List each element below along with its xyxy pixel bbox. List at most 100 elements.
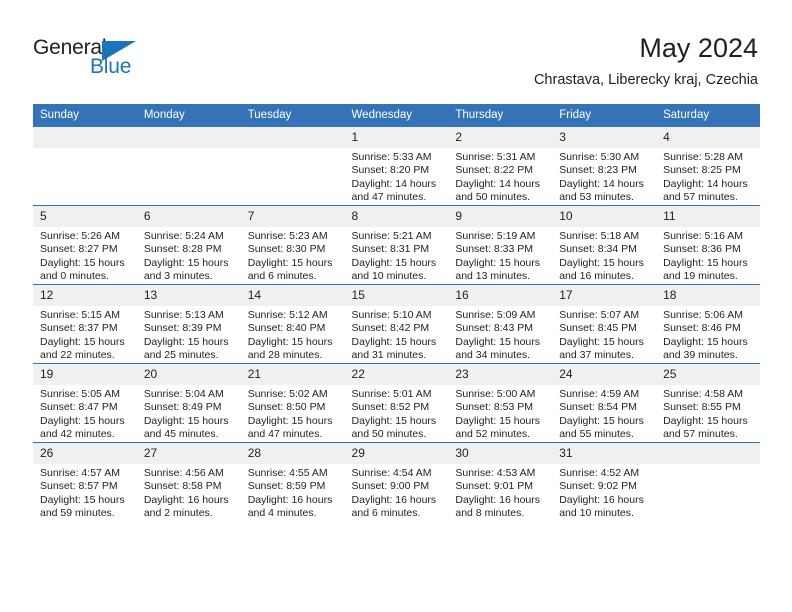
sunset-time: Sunset: 8:49 PM [143,401,222,414]
calendar-day-cell[interactable]: 25 Sunrise: 4:58 AM Sunset: 8:55 PM Dayligh… [656,363,760,443]
calendar-day-cell[interactable]: 28 Sunrise: 4:55 AM Sunset: 8:59 PM Dayligh… [240,442,345,521]
calendar-day-cell-empty [33,126,137,206]
day-number: 28 [240,443,345,464]
daylight-duration-line2: and 57 minutes. [663,191,738,204]
day-number: 14 [240,285,345,306]
daylight-duration-line1: Daylight: 15 hours [559,414,644,427]
daylight-duration-line1: Daylight: 15 hours [455,335,541,348]
calendar-day-cell[interactable]: 5 Sunrise: 5:26 AM Sunset: 8:27 PM Daylight… [33,205,137,285]
daylight-duration-line2: and 57 minutes. [663,428,738,441]
daylight-duration-line2: and 0 minutes. [40,270,109,283]
sunrise-time: Sunrise: 5:05 AM [40,388,120,400]
day-number: 8 [344,206,449,227]
daylight-duration-line1: Daylight: 16 hours [143,493,229,506]
day-details: Sunrise: 4:52 AM Sunset: 9:02 PM Daylight:… [552,464,656,521]
day-details: Sunrise: 5:13 AM Sunset: 8:39 PM Daylight:… [137,306,241,363]
sunset-time: Sunset: 9:01 PM [455,480,534,493]
calendar-day-cell[interactable]: 9 Sunrise: 5:19 AM Sunset: 8:33 PM Daylight… [448,205,553,285]
calendar-day-cell[interactable]: 8 Sunrise: 5:21 AM Sunset: 8:31 PM Daylight… [344,205,449,285]
calendar-day-cell[interactable]: 23 Sunrise: 5:00 AM Sunset: 8:53 PM Dayligh… [448,363,553,443]
sunrise-time: Sunrise: 5:19 AM [455,230,536,242]
calendar-day-cell[interactable]: 24 Sunrise: 4:59 AM Sunset: 8:54 PM Dayligh… [552,363,657,443]
sunset-time: Sunset: 8:43 PM [455,322,534,335]
daylight-duration-line1: Daylight: 14 hours [351,177,437,190]
day-number: 30 [448,443,553,464]
day-details: Sunrise: 5:33 AM Sunset: 8:20 PM Daylight:… [345,148,449,205]
day-details: Sunrise: 5:09 AM Sunset: 8:43 PM Daylight:… [448,306,552,363]
day-details: Sunrise: 5:04 AM Sunset: 8:49 PM Daylight:… [137,385,241,442]
calendar-day-cell[interactable]: 1 Sunrise: 5:33 AM Sunset: 8:20 PM Daylight… [344,126,449,206]
daylight-duration-line2: and 37 minutes. [559,349,634,362]
calendar-day-cell[interactable]: 20 Sunrise: 5:04 AM Sunset: 8:49 PM Dayligh… [136,363,241,443]
day-number: 13 [136,285,241,306]
calendar-day-cell[interactable]: 10 Sunrise: 5:18 AM Sunset: 8:34 PM Dayligh… [552,205,657,285]
daylight-duration-line1: Daylight: 15 hours [247,335,333,348]
sunset-time: Sunset: 8:28 PM [143,243,222,256]
calendar-day-cell[interactable]: 14 Sunrise: 5:12 AM Sunset: 8:40 PM Dayligh… [240,284,345,364]
sunrise-time: Sunrise: 5:31 AM [455,151,536,163]
weekday-header-wednesday: Wednesday [344,104,449,127]
logo-text-blue: Blue [90,55,132,78]
calendar-day-cell[interactable]: 26 Sunrise: 4:57 AM Sunset: 8:57 PM Dayligh… [33,442,137,521]
day-number: 10 [552,206,657,227]
calendar-body: 1 Sunrise: 5:33 AM Sunset: 8:20 PM Daylight… [33,126,760,521]
day-details: Sunrise: 5:16 AM Sunset: 8:36 PM Daylight:… [656,227,760,284]
calendar-day-cell[interactable]: 13 Sunrise: 5:13 AM Sunset: 8:39 PM Dayligh… [136,284,241,364]
calendar-day-cell[interactable]: 4 Sunrise: 5:28 AM Sunset: 8:25 PM Daylight… [656,126,760,206]
daylight-duration-line2: and 39 minutes. [663,349,738,362]
daylight-duration-line1: Daylight: 15 hours [351,414,437,427]
day-details: Sunrise: 5:07 AM Sunset: 8:45 PM Daylight:… [552,306,656,363]
calendar-day-cell[interactable]: 18 Sunrise: 5:06 AM Sunset: 8:46 PM Dayligh… [656,284,760,364]
day-details: Sunrise: 4:56 AM Sunset: 8:58 PM Daylight:… [137,464,241,521]
sunrise-time: Sunrise: 4:53 AM [455,467,536,479]
weekday-header-thursday: Thursday [448,104,553,127]
weekday-header-tuesday: Tuesday [240,104,345,127]
sunset-time: Sunset: 8:57 PM [40,480,118,493]
day-number: 19 [33,364,137,385]
sunset-time: Sunset: 9:00 PM [351,480,430,493]
calendar-day-cell[interactable]: 16 Sunrise: 5:09 AM Sunset: 8:43 PM Dayligh… [448,284,553,364]
sunset-time: Sunset: 8:58 PM [143,480,222,493]
day-number [136,127,241,148]
day-details: Sunrise: 4:55 AM Sunset: 8:59 PM Daylight:… [241,464,345,521]
day-number: 22 [344,364,449,385]
calendar-day-cell[interactable]: 27 Sunrise: 4:56 AM Sunset: 8:58 PM Dayligh… [136,442,241,521]
calendar-day-cell[interactable]: 22 Sunrise: 5:01 AM Sunset: 8:52 PM Dayligh… [344,363,449,443]
daylight-duration-line1: Daylight: 15 hours [143,335,229,348]
sunrise-time: Sunrise: 4:59 AM [559,388,640,400]
calendar-day-cell[interactable]: 21 Sunrise: 5:02 AM Sunset: 8:50 PM Dayligh… [240,363,345,443]
day-number: 15 [344,285,449,306]
weekday-header-row: Sunday Monday Tuesday Wednesday Thursday Frid… [33,104,760,127]
calendar-day-cell[interactable]: 6 Sunrise: 5:24 AM Sunset: 8:28 PM Daylight… [136,205,241,285]
day-details: Sunrise: 5:26 AM Sunset: 8:27 PM Daylight:… [33,227,137,284]
daylight-duration-line2: and 13 minutes. [455,270,531,283]
day-details: Sunrise: 4:54 AM Sunset: 9:00 PM Daylight:… [345,464,449,521]
calendar-day-cell[interactable]: 30 Sunrise: 4:53 AM Sunset: 9:01 PM Dayligh… [448,442,553,521]
calendar-day-cell[interactable]: 19 Sunrise: 5:05 AM Sunset: 8:47 PM Dayligh… [33,363,137,443]
sunrise-time: Sunrise: 5:10 AM [351,309,432,321]
day-number: 18 [656,285,760,306]
daylight-duration-line1: Daylight: 15 hours [559,335,644,348]
calendar-day-cell[interactable]: 31 Sunrise: 4:52 AM Sunset: 9:02 PM Dayligh… [552,442,657,521]
sunset-time: Sunset: 8:59 PM [247,480,326,493]
daylight-duration-line1: Daylight: 16 hours [455,493,541,506]
sunrise-time: Sunrise: 5:26 AM [40,230,120,242]
calendar-day-cell[interactable]: 3 Sunrise: 5:30 AM Sunset: 8:23 PM Daylight… [552,126,657,206]
title-block: May 2024 Chrastava, Liberecky kraj, Czec… [534,32,758,90]
calendar-day-cell[interactable]: 7 Sunrise: 5:23 AM Sunset: 8:30 PM Daylight… [240,205,345,285]
calendar-day-cell[interactable]: 12 Sunrise: 5:15 AM Sunset: 8:37 PM Dayligh… [33,284,137,364]
calendar-day-cell[interactable]: 29 Sunrise: 4:54 AM Sunset: 9:00 PM Dayligh… [344,442,449,521]
daylight-duration-line1: Daylight: 15 hours [455,256,541,269]
day-number [656,443,760,464]
daylight-duration-line1: Daylight: 16 hours [351,493,437,506]
sunset-time: Sunset: 8:46 PM [663,322,741,335]
sunrise-time: Sunrise: 5:23 AM [247,230,328,242]
day-details: Sunrise: 5:15 AM Sunset: 8:37 PM Daylight:… [33,306,137,363]
calendar-day-cell[interactable]: 15 Sunrise: 5:10 AM Sunset: 8:42 PM Dayligh… [344,284,449,364]
calendar-day-cell[interactable]: 11 Sunrise: 5:16 AM Sunset: 8:36 PM Dayligh… [656,205,760,285]
sunrise-time: Sunrise: 5:01 AM [351,388,432,400]
calendar-day-cell[interactable]: 17 Sunrise: 5:07 AM Sunset: 8:45 PM Dayligh… [552,284,657,364]
calendar-week-row: 5 Sunrise: 5:26 AM Sunset: 8:27 PM Daylight… [33,205,760,285]
calendar-day-cell[interactable]: 2 Sunrise: 5:31 AM Sunset: 8:22 PM Daylight… [448,126,553,206]
day-details: Sunrise: 5:28 AM Sunset: 8:25 PM Daylight:… [656,148,760,205]
